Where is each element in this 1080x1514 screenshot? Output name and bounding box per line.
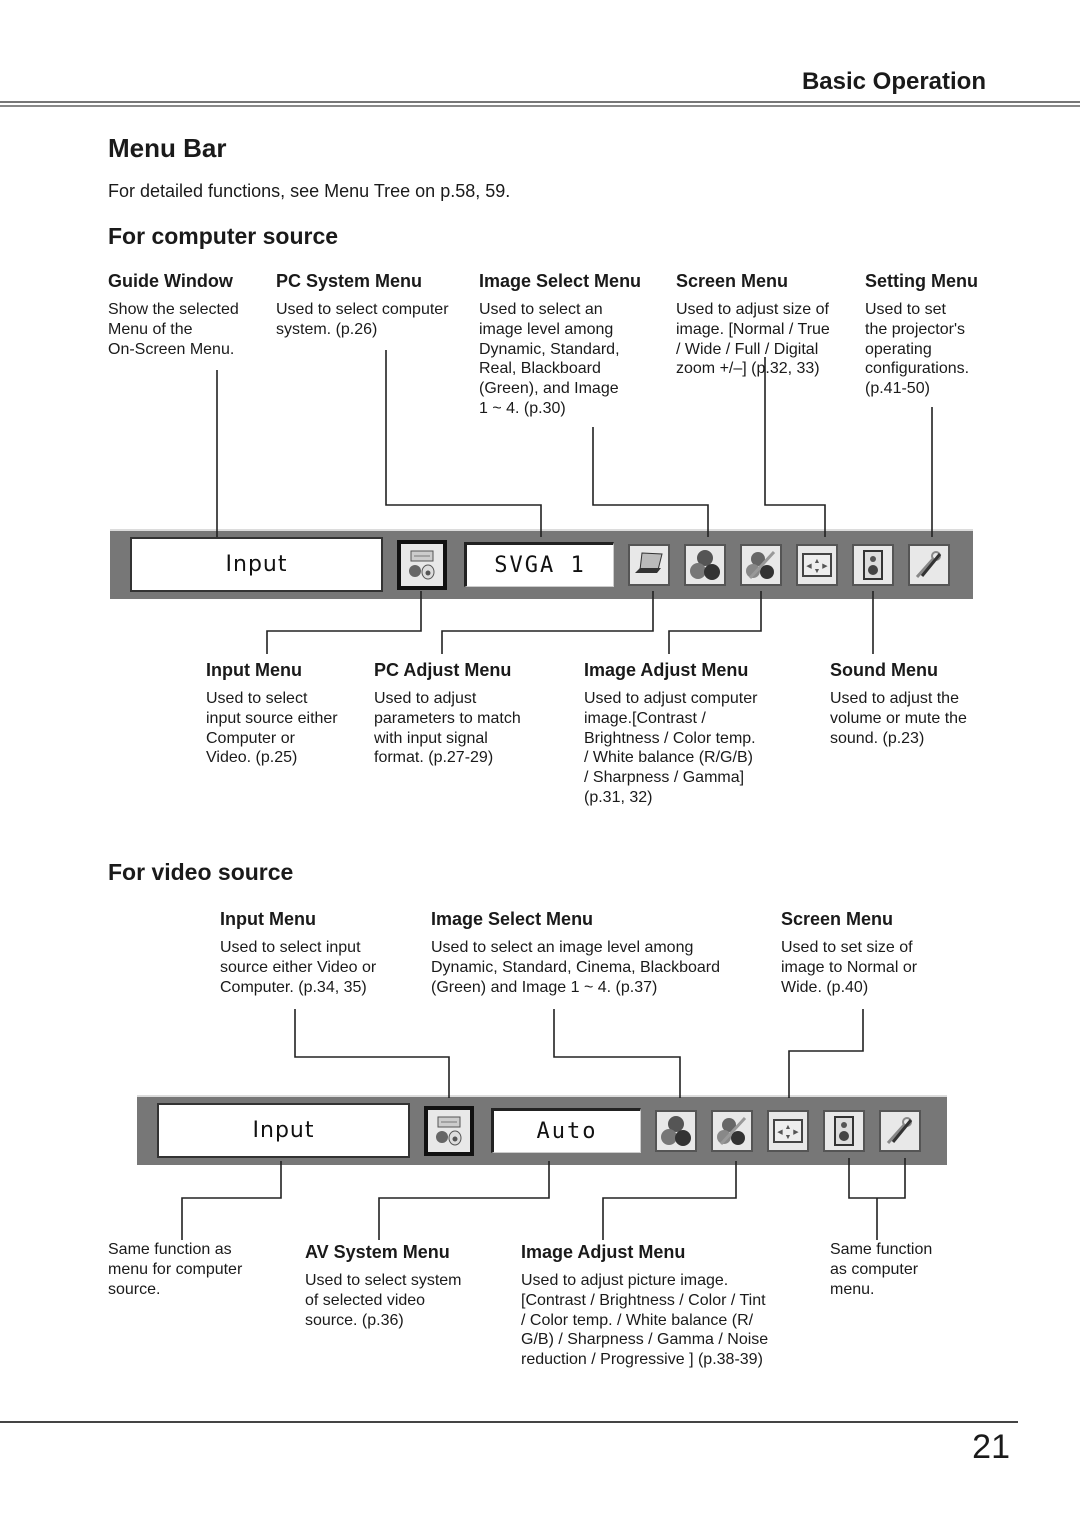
callout-text: Used to adjust size of image. [Normal / … [676, 301, 830, 378]
callout-text: Used to set the projector's operating co… [865, 301, 970, 398]
connector [788, 1009, 864, 1098]
callout-setting-menu: Setting Menu Used to set the projector's… [865, 271, 978, 399]
connector [378, 1161, 550, 1240]
connector [764, 357, 826, 537]
connector [181, 1161, 282, 1240]
svg-text:▲: ▲ [785, 1124, 792, 1131]
svg-text:◀: ◀ [806, 563, 812, 570]
callout-text: Used to adjust picture image. [Contrast … [521, 1272, 769, 1369]
av-system-field[interactable]: Auto [491, 1108, 641, 1153]
callout-title: Input Menu [220, 909, 316, 929]
image-adjust-icon[interactable] [711, 1110, 753, 1152]
callout-image-adjust-menu: Image Adjust Menu Used to adjust compute… [584, 660, 757, 808]
callout-video-input-menu: Input Menu Used to select input source e… [220, 909, 376, 997]
footer-rule [0, 1421, 1018, 1423]
page-title: Menu Bar [108, 133, 227, 163]
callout-text: Used to select input source either Compu… [206, 690, 338, 767]
callout-title: Image Select Menu [479, 271, 642, 291]
screen-icon[interactable]: ▲ ▼ ◀ ▶ [767, 1110, 809, 1152]
callout-text: Same function as menu for computer sourc… [108, 1241, 243, 1298]
connector [602, 1161, 737, 1240]
guide-window: Input [130, 537, 383, 592]
callout-same-function-computer: Same function as computer menu. [830, 1240, 932, 1299]
svg-text:▶: ▶ [822, 563, 828, 570]
connector [441, 591, 654, 654]
connector [668, 591, 762, 654]
video-menu-bar: Input Auto ▲ ▼ ◀ ▶ [137, 1095, 947, 1165]
header-rule [0, 101, 1080, 107]
callout-title: Sound Menu [830, 660, 938, 680]
svg-text:▼: ▼ [814, 568, 821, 575]
video-source-heading: For video source [108, 859, 294, 885]
pc-adjust-icon[interactable] [628, 544, 670, 586]
callout-sound-menu: Sound Menu Used to adjust the volume or … [830, 660, 967, 748]
callout-pc-system-menu: PC System Menu Used to select computer s… [276, 271, 449, 340]
image-adjust-icon[interactable] [740, 544, 782, 586]
guide-window: Input [157, 1103, 410, 1158]
callout-title: Image Select Menu [431, 909, 594, 929]
sound-icon[interactable] [823, 1110, 865, 1152]
callout-title: PC System Menu [276, 271, 423, 291]
callout-text: Used to select an image level among Dyna… [431, 939, 721, 996]
callout-text: Used to select an image level among Dyna… [479, 301, 620, 417]
callout-text: Used to select system of selected video … [305, 1272, 462, 1329]
callout-title: PC Adjust Menu [374, 660, 512, 680]
callout-text: Show the selected Menu of the On-Screen … [108, 301, 239, 358]
callout-title: Input Menu [206, 660, 302, 680]
callout-pc-adjust-menu: PC Adjust Menu Used to adjust parameters… [374, 660, 521, 768]
callout-guide-window: Guide Window Show the selected Menu of t… [108, 271, 239, 359]
callout-title: Setting Menu [865, 271, 978, 291]
callout-title: Image Adjust Menu [521, 1242, 686, 1262]
callout-text: Used to adjust computer image.[Contrast … [584, 690, 758, 806]
callout-text: Same function as computer menu. [830, 1241, 933, 1298]
callout-title: Guide Window [108, 271, 233, 291]
connector [592, 427, 709, 537]
setting-icon[interactable] [879, 1110, 921, 1152]
setting-icon[interactable] [908, 544, 950, 586]
intro-text: For detailed functions, see Menu Tree on… [108, 181, 511, 201]
screen-icon[interactable]: ▲ ▼ ◀ ▶ [796, 544, 838, 586]
callout-input-menu: Input Menu Used to select input source e… [206, 660, 338, 768]
section-title: Basic Operation [801, 68, 986, 95]
callout-video-image-adjust-menu: Image Adjust Menu Used to adjust picture… [521, 1242, 768, 1370]
callout-title: Screen Menu [676, 271, 789, 291]
callout-video-image-select-menu: Image Select Menu Used to select an imag… [431, 909, 720, 997]
svg-text:◀: ◀ [777, 1129, 783, 1136]
pc-system-field[interactable]: SVGA 1 [464, 542, 614, 587]
connector [553, 1009, 681, 1098]
computer-source-heading: For computer source [108, 223, 339, 249]
callout-text: Used to adjust parameters to match with … [374, 690, 521, 767]
callout-image-select-menu: Image Select Menu Used to select an imag… [479, 271, 641, 419]
callout-title: Screen Menu [781, 909, 894, 929]
callout-text: Used to set size of image to Normal or W… [781, 939, 918, 996]
callout-same-function-input: Same function as menu for computer sourc… [108, 1240, 242, 1299]
callout-text: Used to select input source either Video… [220, 939, 377, 996]
connector [266, 591, 422, 654]
image-select-icon[interactable] [655, 1110, 697, 1152]
callout-title: AV System Menu [305, 1242, 450, 1262]
callout-text: Used to select computer system. (p.26) [276, 301, 449, 338]
callout-screen-menu: Screen Menu Used to adjust size of image… [676, 271, 830, 379]
connector [294, 1009, 450, 1098]
callout-text: Used to adjust the volume or mute the so… [830, 690, 967, 747]
page-number: 21 [972, 1428, 1010, 1466]
svg-text:▼: ▼ [785, 1134, 792, 1141]
computer-menu-bar: Input SVGA 1 ▲ ▼ ◀ ▶ [110, 529, 973, 599]
svg-text:▲: ▲ [814, 558, 821, 565]
image-select-icon[interactable] [684, 544, 726, 586]
svg-text:▶: ▶ [793, 1129, 799, 1136]
callout-title: Image Adjust Menu [584, 660, 749, 680]
callout-av-system-menu: AV System Menu Used to select system of … [305, 1242, 462, 1330]
input-menu-icon[interactable] [397, 540, 447, 590]
input-menu-icon[interactable] [424, 1106, 474, 1156]
callout-video-screen-menu: Screen Menu Used to set size of image to… [781, 909, 917, 997]
sound-icon[interactable] [852, 544, 894, 586]
